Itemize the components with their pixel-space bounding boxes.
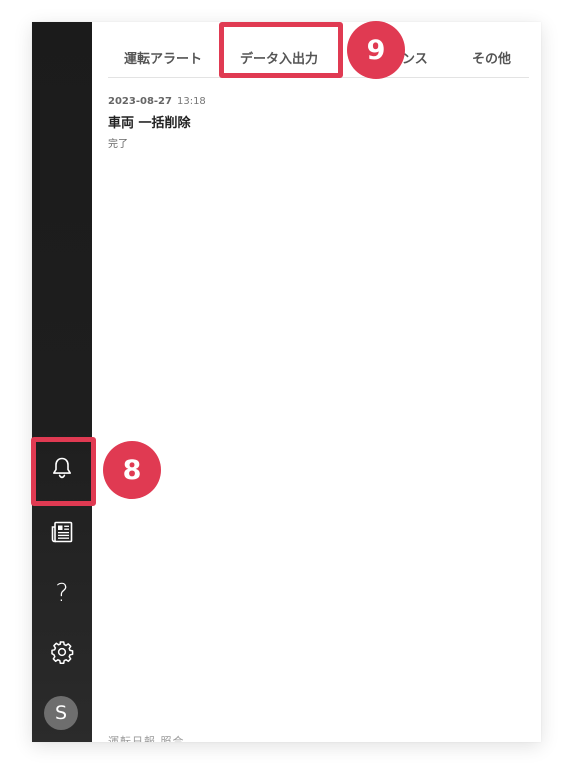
app-window: ? S 運転アラート データ入出力 ンス その他 2023-08-27 13:18… [32, 22, 541, 742]
sidebar-item-settings[interactable] [32, 622, 92, 682]
notification-date: 2023-08-27 [108, 96, 172, 107]
notification-panel: 運転アラート データ入出力 ンス その他 2023-08-27 13:18 車両 … [92, 22, 541, 742]
sidebar-item-help[interactable]: ? [32, 562, 92, 622]
notification-title: 車両 一括削除 [108, 116, 191, 131]
help-icon: ? [55, 577, 69, 607]
tab-driving-alert[interactable]: 運転アラート [124, 48, 202, 67]
notification-item[interactable]: 2023-08-27 13:18 車両 一括削除 完了 [108, 96, 518, 150]
truncated-list-item: 運転日報 照合 [108, 735, 185, 742]
news-icon [51, 521, 73, 543]
highlight-box-notifications [31, 437, 96, 506]
gear-icon [51, 641, 74, 664]
notification-status: 完了 [108, 139, 128, 150]
notification-time: 13:18 [176, 96, 206, 107]
notification-meta: 2023-08-27 13:18 [108, 96, 518, 107]
sidebar: ? S [32, 22, 92, 742]
sidebar-item-news[interactable] [32, 502, 92, 562]
tab-other[interactable]: その他 [472, 48, 511, 67]
tab-license[interactable]: ンス [402, 48, 428, 67]
callout-badge-8: 8 [103, 441, 161, 499]
avatar[interactable]: S [44, 696, 78, 730]
highlight-box-data-io-tab [219, 22, 343, 78]
callout-badge-9: 9 [347, 21, 405, 79]
